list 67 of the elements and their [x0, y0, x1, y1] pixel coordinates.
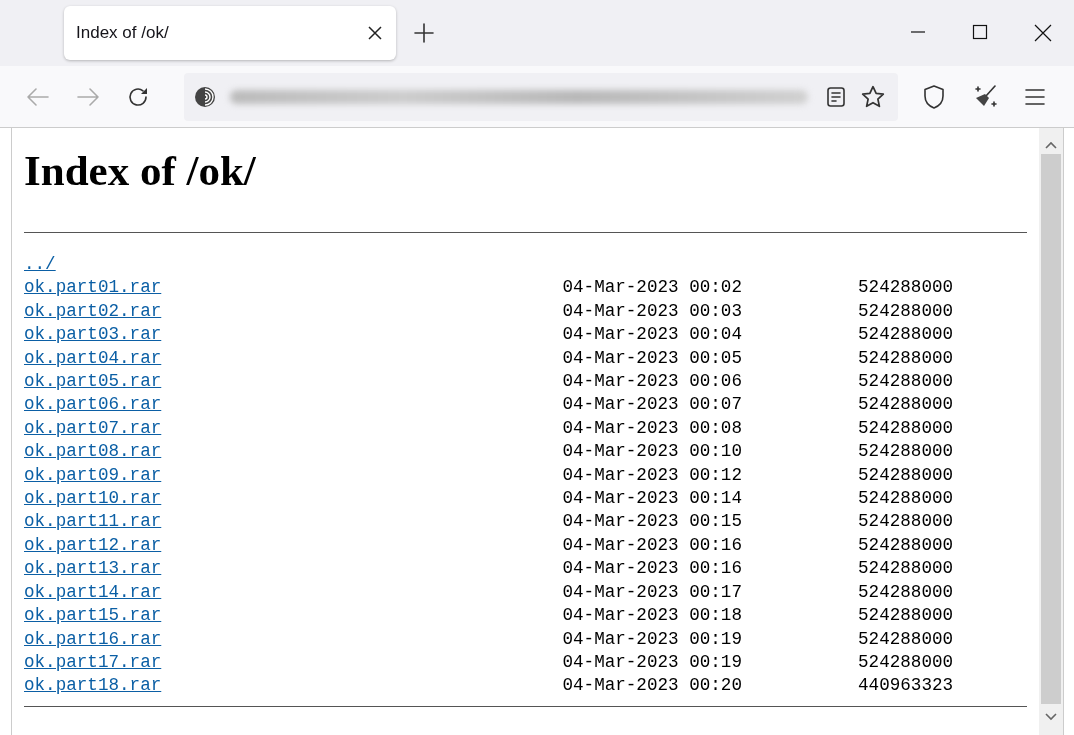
browser-tab[interactable]: Index of /ok/ — [64, 6, 396, 60]
file-date: 04-Mar-2023 00:18 — [562, 604, 742, 628]
file-size: 524288000 — [858, 440, 954, 464]
file-date: 04-Mar-2023 00:17 — [562, 580, 742, 604]
file-link[interactable]: ok.part04.rar — [24, 346, 162, 371]
file-size: 524288000 — [858, 346, 954, 370]
file-date: 04-Mar-2023 00:16 — [562, 557, 742, 581]
file-date: 04-Mar-2023 00:05 — [562, 346, 742, 370]
file-link[interactable]: ok.part18.rar — [24, 674, 162, 698]
file-size: 440963323 — [858, 674, 954, 698]
file-link[interactable]: ok.part13.rar — [24, 557, 162, 581]
file-link[interactable]: ok.part02.rar — [24, 299, 162, 324]
file-date: 04-Mar-2023 00:07 — [562, 393, 742, 417]
file-date: 04-Mar-2023 00:20 — [562, 674, 742, 698]
file-size: 524288000 — [858, 299, 954, 323]
file-date: 04-Mar-2023 00:15 — [562, 510, 742, 534]
file-size: 524288000 — [858, 604, 954, 628]
file-link[interactable]: ok.part17.rar — [24, 650, 162, 675]
file-link[interactable]: ok.part11.rar — [24, 510, 162, 534]
file-size: 524288000 — [858, 370, 954, 394]
file-link[interactable]: ok.part06.rar — [24, 393, 162, 417]
file-link[interactable]: ok.part03.rar — [24, 323, 162, 347]
file-size: 524288000 — [858, 416, 954, 440]
file-size: 524288000 — [858, 487, 954, 511]
close-tab-icon[interactable] — [368, 26, 382, 40]
reader-view-icon[interactable] — [826, 85, 846, 108]
file-size: 524288000 — [858, 323, 954, 347]
star-icon[interactable] — [860, 83, 886, 110]
file-size: 524288000 — [858, 393, 954, 417]
file-size: 524288000 — [858, 557, 954, 581]
file-date: 04-Mar-2023 00:02 — [562, 276, 742, 300]
file-date: 04-Mar-2023 00:19 — [562, 627, 742, 651]
file-link[interactable]: ok.part15.rar — [24, 604, 162, 628]
file-link[interactable]: ok.part05.rar — [24, 370, 162, 394]
file-size: 524288000 — [858, 510, 954, 534]
menu-icon[interactable] — [1024, 87, 1046, 106]
file-size: 524288000 — [858, 650, 954, 674]
file-size: 524288000 — [858, 276, 954, 300]
file-date: 04-Mar-2023 00:10 — [562, 440, 742, 464]
close-icon[interactable] — [1034, 24, 1052, 42]
file-size: 524288000 — [858, 580, 954, 604]
file-link[interactable]: ok.part09.rar — [24, 463, 162, 488]
file-link[interactable]: ok.part08.rar — [24, 440, 162, 464]
file-link[interactable]: ok.part07.rar — [24, 416, 162, 441]
file-date: 04-Mar-2023 00:12 — [562, 463, 742, 487]
file-date: 04-Mar-2023 00:16 — [562, 533, 742, 557]
onion-icon — [194, 85, 216, 108]
file-link[interactable]: ok.part16.rar — [24, 627, 162, 651]
file-date: 04-Mar-2023 00:04 — [562, 323, 742, 347]
file-date: 04-Mar-2023 00:06 — [562, 370, 742, 394]
file-date: 04-Mar-2023 00:19 — [562, 650, 742, 674]
file-date: 04-Mar-2023 00:08 — [562, 416, 742, 440]
file-date: 04-Mar-2023 00:03 — [562, 299, 742, 323]
file-size: 524288000 — [858, 533, 954, 557]
file-date: 04-Mar-2023 00:14 — [562, 487, 742, 511]
maximize-icon[interactable] — [972, 24, 988, 40]
file-size: 524288000 — [858, 463, 954, 487]
shield-icon[interactable] — [922, 83, 946, 110]
broom-icon[interactable] — [972, 83, 998, 110]
file-link[interactable]: ok.part10.rar — [24, 487, 162, 511]
new-tab-icon[interactable] — [414, 23, 434, 43]
file-link[interactable]: ok.part01.rar — [24, 276, 162, 300]
parent-directory-link[interactable]: ../ — [24, 253, 56, 277]
file-link[interactable]: ok.part12.rar — [24, 533, 162, 558]
file-link[interactable]: ok.part14.rar — [24, 580, 162, 605]
file-size: 524288000 — [858, 627, 954, 651]
page-heading: Index of /ok/ — [24, 146, 256, 196]
